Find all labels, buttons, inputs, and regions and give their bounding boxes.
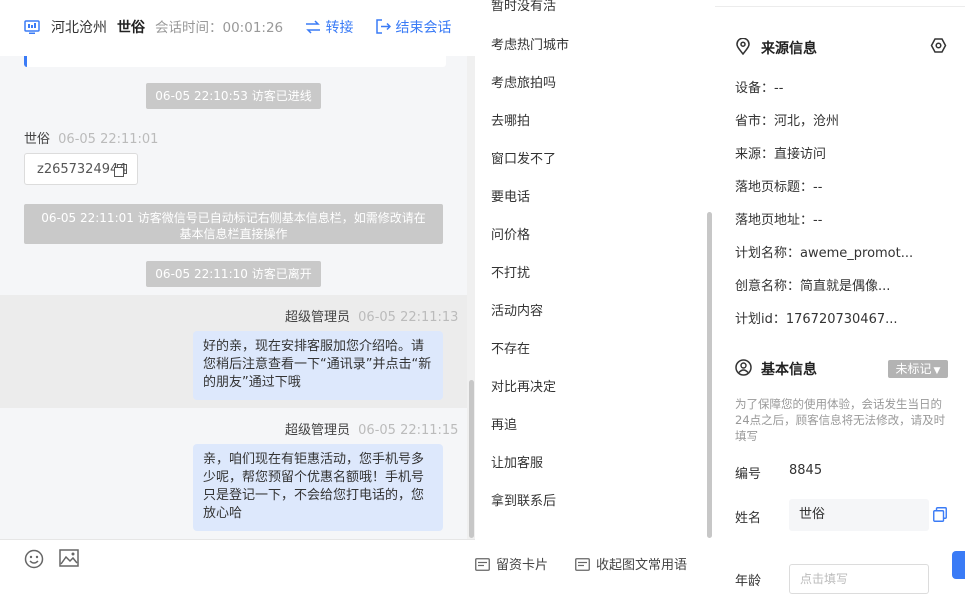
- edit-deadline-note: 为了保障您的使用体验，会话发生当日的24点之后，顾客信息将无法修改，请及时填写: [735, 397, 946, 443]
- phrase-item[interactable]: 考虑旅拍吗: [491, 72, 556, 91]
- session-duration: 会话时间：00:01:26: [155, 20, 284, 36]
- message-icon: [575, 558, 590, 571]
- agent-sender-line: 超级管理员 06-05 22:11:13: [285, 306, 458, 325]
- agent-sender-line: 超级管理员 06-05 22:11:15: [285, 419, 458, 438]
- phrase-item[interactable]: 不存在: [491, 338, 530, 357]
- tag-status-dropdown[interactable]: 未标记 ▼: [888, 360, 948, 378]
- system-tag-wechat: 06-05 22:11:01 访客微信号已自动标记右侧基本信息栏，如需修改请在基…: [24, 204, 443, 244]
- system-tag-left: 06-05 22:11:10 访客已离开: [146, 261, 321, 287]
- collapse-phrases-button[interactable]: 收起图文常用语: [575, 554, 687, 573]
- copy-icon[interactable]: [114, 164, 127, 177]
- phrase-item[interactable]: 不打扰: [491, 262, 530, 281]
- source-info-title: 来源信息: [761, 41, 817, 57]
- customer-id-value: 8845: [789, 463, 823, 478]
- phrase-item[interactable]: 考虑热门城市: [491, 34, 569, 53]
- settings-icon[interactable]: [930, 37, 947, 54]
- customer-id-label: 编号: [735, 467, 762, 482]
- user-icon: [735, 359, 752, 376]
- chat-pane: 06-05 22:10:53 访客已进线 世俗 06-05 22:11:01 z…: [0, 0, 475, 579]
- phrase-item[interactable]: 再追: [491, 414, 517, 433]
- agent-sender-name: 超级管理员: [285, 423, 351, 438]
- transfer-button[interactable]: 转接: [305, 19, 353, 37]
- caret-down-icon: ▼: [933, 366, 941, 376]
- image-icon[interactable]: [59, 549, 79, 567]
- quoted-card: [24, 56, 446, 67]
- card-icon: [475, 558, 490, 571]
- creative-name: 创意名称：简直就是偶像...: [735, 279, 891, 294]
- phrase-footer: 留资卡片 收起图文常用语: [475, 547, 715, 579]
- phrase-scrollbar-thumb[interactable]: [707, 212, 712, 538]
- transfer-icon: [305, 20, 321, 34]
- visitor-message[interactable]: z2657324944: [24, 153, 138, 185]
- phrase-item[interactable]: 拿到联系后: [491, 490, 556, 509]
- chat-scrollbar-thumb[interactable]: [469, 380, 474, 538]
- phrase-item[interactable]: 窗口发不了: [491, 148, 556, 167]
- agent-message-time: 06-05 22:11:15: [358, 423, 459, 438]
- visitor-message-time: 06-05 22:11:01: [58, 132, 159, 147]
- visitor-sender-line: 世俗 06-05 22:11:01: [24, 128, 158, 147]
- quick-phrase-pane: 暂时没有活 考虑热门城市 考虑旅拍吗 去哪拍 窗口发不了 要电话 问价格 不打扰…: [475, 0, 716, 579]
- chat-header: 河北沧州 世俗 会话时间：00:01:26 转接 结束会话: [0, 0, 475, 56]
- agent-message-bubble[interactable]: 好的亲，现在安排客服加您介绍哈。请您稍后注意查看一下“通讯录”并点击“新的朋友”…: [193, 331, 443, 400]
- chat-input-toolbar: [0, 539, 475, 579]
- copy-icon[interactable]: [933, 507, 947, 522]
- phrase-item[interactable]: 去哪拍: [491, 110, 530, 129]
- visitor-sender-name: 世俗: [24, 132, 51, 147]
- age-label: 年龄: [735, 574, 762, 589]
- campaign-name: 计划名称：aweme_promot...: [735, 246, 914, 261]
- floating-action-button[interactable]: [952, 551, 965, 579]
- visitor-info-pane: 来源信息 设备：-- 省市：河北，沧州 来源：直接访问 落地页标题：-- 落地页…: [715, 0, 965, 594]
- campaign-id: 计划id：176720730467...: [735, 312, 898, 327]
- location-pin-icon: [735, 38, 751, 55]
- phrase-item[interactable]: 活动内容: [491, 300, 543, 319]
- landing-page-title: 落地页标题：--: [735, 180, 823, 195]
- phrase-item[interactable]: 对比再决定: [491, 376, 556, 395]
- source-channel: 来源：直接访问: [735, 147, 827, 162]
- phrase-item[interactable]: 要电话: [491, 186, 530, 205]
- basic-info-title: 基本信息: [761, 362, 817, 378]
- age-field[interactable]: 点击填写: [789, 564, 929, 594]
- name-label: 姓名: [735, 511, 762, 526]
- agent-message-bubble[interactable]: 亲，咱们现在有钜惠活动，您手机号多少呢，帮您预留个优惠名额哦！手机号只是登记一下…: [193, 444, 443, 531]
- landing-page-url: 落地页地址：--: [735, 213, 823, 228]
- name-field[interactable]: 世俗: [789, 499, 929, 531]
- phrase-item[interactable]: 问价格: [491, 224, 530, 243]
- phrase-item[interactable]: 暂时没有活: [491, 0, 556, 14]
- exit-icon: [376, 19, 391, 34]
- agent-message-time: 06-05 22:11:13: [358, 310, 459, 325]
- leave-card-button[interactable]: 留资卡片: [475, 554, 548, 573]
- info-pane-top-divider: [715, 0, 965, 7]
- phrase-item[interactable]: 让加客服: [491, 452, 543, 471]
- end-session-button[interactable]: 结束会话: [376, 19, 451, 37]
- source-region: 省市：河北，沧州: [735, 114, 840, 129]
- emoji-icon[interactable]: [24, 549, 44, 569]
- visitor-name: 世俗: [117, 20, 145, 36]
- source-device: 设备：--: [735, 81, 784, 96]
- system-tag-entered: 06-05 22:10:53 访客已进线: [146, 83, 321, 109]
- agent-sender-name: 超级管理员: [285, 310, 351, 325]
- visitor-location: 河北沧州: [51, 20, 107, 36]
- monitor-icon: [24, 19, 40, 35]
